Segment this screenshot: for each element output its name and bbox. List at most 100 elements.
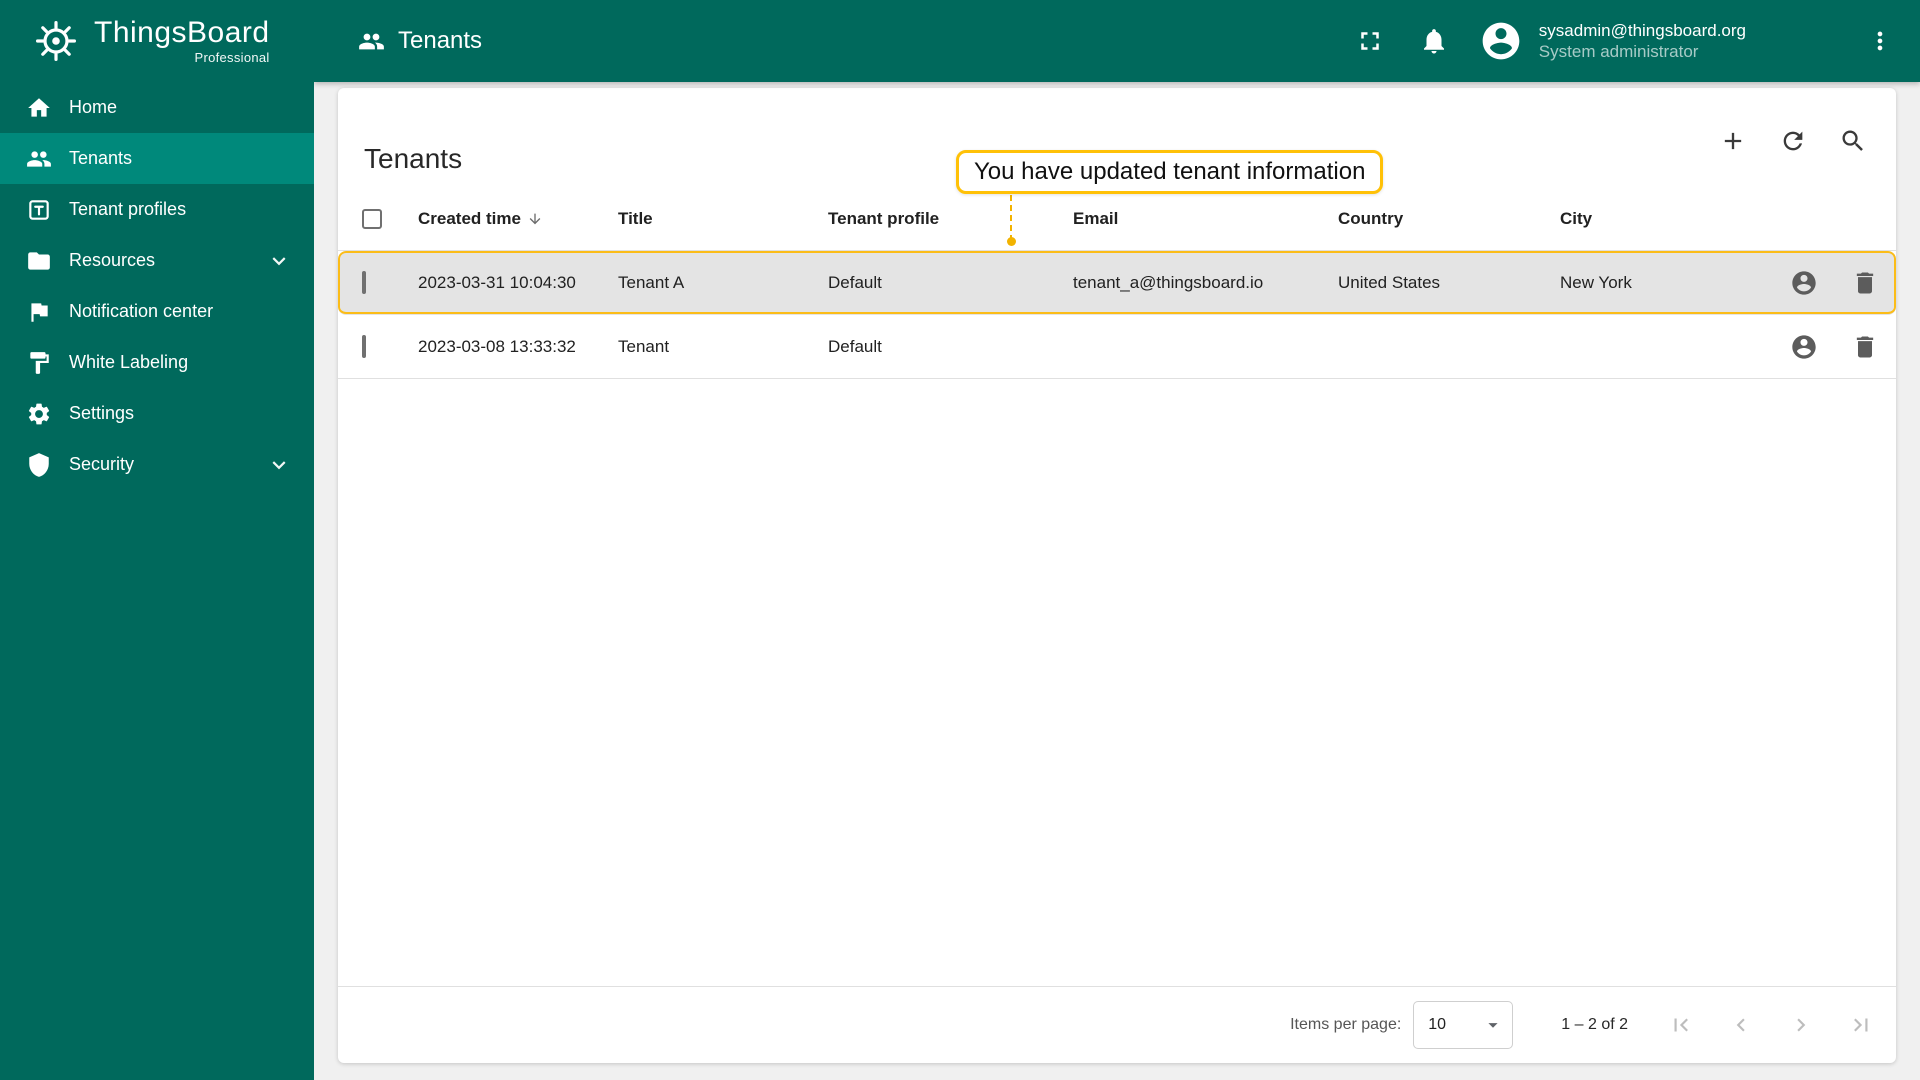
column-header-email[interactable]: Email: [1073, 209, 1338, 229]
first-page-icon[interactable]: [1668, 1012, 1694, 1038]
delete-trash-icon[interactable]: [1851, 333, 1879, 361]
items-per-page-select[interactable]: 10: [1413, 1001, 1514, 1049]
cell-country: United States: [1338, 272, 1441, 292]
select-all-cell: [362, 209, 418, 229]
column-header-label: Country: [1338, 209, 1404, 228]
refresh-icon[interactable]: [1779, 127, 1807, 155]
last-page-icon[interactable]: [1848, 1012, 1874, 1038]
sidebar-item-settings[interactable]: Settings: [0, 388, 314, 439]
column-header-city[interactable]: City: [1560, 209, 1740, 229]
gear-icon: [28, 403, 50, 424]
top-bar: Tenants sysadmin@thingsboard.org System …: [314, 0, 1920, 82]
table-pagination-bar: Items per page: 10 1 – 2 of 2: [338, 986, 1896, 1063]
cell-title: Tenant A: [618, 272, 685, 292]
pagination-range: 1 – 2 of 2: [1561, 1016, 1628, 1033]
table-header-row: Created time Title Tenant profile Email …: [338, 188, 1896, 251]
dropdown-caret-icon: [1488, 1023, 1498, 1028]
sidebar-item-label: Settings: [69, 403, 135, 423]
cell-tenant-profile: Default: [828, 336, 882, 356]
page-title: Tenants: [358, 27, 482, 55]
tenants-people-icon: [359, 33, 384, 49]
brand-name: ThingsBoard: [94, 16, 270, 49]
card-toolbar: [1719, 127, 1867, 155]
row-checkbox[interactable]: [362, 334, 366, 358]
chevron-down-icon: [272, 460, 286, 469]
items-per-page-label: Items per page:: [1290, 1016, 1402, 1033]
search-icon[interactable]: [1839, 127, 1867, 155]
next-page-icon[interactable]: [1788, 1012, 1814, 1038]
chevron-down-icon: [272, 256, 286, 265]
user-email: sysadmin@thingsboard.org: [1538, 20, 1746, 40]
card-title: Tenants: [364, 142, 463, 174]
app: ThingsBoard Professional Home Tenants Te…: [0, 0, 1920, 1080]
sidebar-item-label: Resources: [69, 250, 156, 270]
sidebar: ThingsBoard Professional Home Tenants Te…: [0, 0, 314, 1080]
user-avatar[interactable]: [1479, 19, 1523, 63]
tenant-profiles-icon: [29, 199, 49, 220]
sidebar-item-notification-center[interactable]: Notification center: [0, 286, 314, 337]
sidebar-item-home[interactable]: Home: [0, 82, 314, 133]
tooltip-connector-line: [1007, 195, 1016, 246]
column-header-country[interactable]: Country: [1338, 209, 1560, 229]
previous-page-icon[interactable]: [1728, 1012, 1754, 1038]
cell-email: tenant_a@thingsboard.io: [1073, 272, 1264, 292]
select-all-checkbox[interactable]: [362, 209, 382, 229]
column-header-created-time[interactable]: Created time: [418, 209, 618, 229]
sidebar-item-label: Tenant profiles: [69, 199, 187, 219]
cell-title: Tenant: [618, 336, 670, 356]
delete-trash-icon[interactable]: [1851, 269, 1879, 297]
pagination-controls: [1668, 1012, 1874, 1038]
brand-logo[interactable]: ThingsBoard Professional: [0, 0, 314, 82]
user-role: System administrator: [1538, 42, 1699, 61]
manage-users-icon[interactable]: [1790, 269, 1818, 297]
notifications-bell-icon[interactable]: [1419, 26, 1449, 56]
more-vert-icon[interactable]: [1866, 27, 1894, 55]
sidebar-item-label: Notification center: [69, 301, 214, 321]
row-actions: [1740, 269, 1880, 297]
table-row-tenant-a[interactable]: 2023-03-31 10:04:30 Tenant A Default ten…: [338, 251, 1896, 315]
brand-subtitle: Professional: [194, 50, 270, 65]
row-checkbox-cell: [362, 334, 418, 358]
sidebar-item-resources[interactable]: Resources: [0, 235, 314, 286]
column-header-label: Title: [618, 209, 653, 228]
tenants-people-icon: [27, 150, 51, 167]
page-title-text: Tenants: [398, 27, 483, 54]
cell-city: New York: [1560, 272, 1632, 292]
add-tenant-icon[interactable]: [1719, 127, 1747, 155]
toast-tooltip: You have updated tenant information: [956, 150, 1384, 194]
sidebar-item-label: Tenants: [69, 148, 133, 168]
user-menu[interactable]: sysadmin@thingsboard.org System administ…: [1539, 20, 1746, 63]
row-actions: [1740, 333, 1880, 361]
cell-created-time: 2023-03-08 13:33:32: [418, 336, 576, 356]
top-bar-actions: sysadmin@thingsboard.org System administ…: [1355, 19, 1894, 63]
column-header-label: City: [1560, 209, 1593, 228]
sidebar-item-security[interactable]: Security: [0, 439, 314, 490]
items-per-page-value: 10: [1428, 1016, 1447, 1033]
sidebar-item-label: White Labeling: [69, 352, 189, 372]
main-content: Tenants You have updated tenant informat…: [314, 82, 1920, 1080]
fullscreen-icon[interactable]: [1355, 26, 1385, 56]
column-header-tenant-profile[interactable]: Tenant profile: [828, 209, 1073, 229]
sidebar-nav: Home Tenants Tenant profiles Resources N…: [0, 82, 314, 490]
sidebar-item-white-labeling[interactable]: White Labeling: [0, 337, 314, 388]
sort-arrow-down-icon: [529, 213, 541, 225]
manage-users-icon[interactable]: [1790, 333, 1818, 361]
column-header-label: Tenant profile: [828, 209, 940, 228]
column-header-label: Email: [1073, 209, 1119, 228]
thingsboard-logo-icon: [36, 21, 76, 61]
row-checkbox-cell: [362, 270, 418, 294]
brand-text: ThingsBoard Professional: [94, 16, 270, 65]
sidebar-item-tenants[interactable]: Tenants: [0, 133, 314, 184]
sidebar-item-label: Home: [69, 97, 118, 117]
folder-icon: [28, 251, 50, 270]
flag-icon: [31, 302, 48, 322]
row-checkbox[interactable]: [362, 270, 366, 294]
tenants-card: Tenants You have updated tenant informat…: [338, 88, 1896, 1063]
column-header-title[interactable]: Title: [618, 209, 828, 229]
table-row-tenant[interactable]: 2023-03-08 13:33:32 Tenant Default: [338, 315, 1896, 379]
sidebar-item-tenant-profiles[interactable]: Tenant profiles: [0, 184, 314, 235]
cell-created-time: 2023-03-31 10:04:30: [418, 272, 576, 292]
sidebar-item-label: Security: [69, 454, 135, 474]
shield-icon: [29, 452, 49, 477]
format-paint-icon: [30, 351, 49, 374]
